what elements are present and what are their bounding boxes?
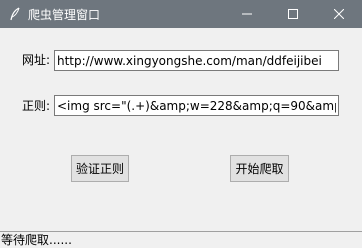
verify-regex-button[interactable]: 验证正则 (71, 155, 129, 182)
url-input[interactable] (54, 50, 339, 71)
close-button[interactable] (316, 0, 362, 28)
window-title: 爬虫管理窗口 (28, 7, 101, 22)
maximize-button[interactable] (270, 0, 316, 28)
regex-input[interactable] (54, 95, 339, 116)
url-label: 网址: (22, 53, 51, 67)
minimize-icon (242, 13, 252, 15)
window-body: 网址: 正则: 验证正则 开始爬取 等待爬取...... (0, 28, 362, 248)
close-icon (334, 9, 344, 19)
regex-label: 正则: (22, 99, 51, 113)
start-crawl-button[interactable]: 开始爬取 (230, 155, 289, 182)
title-bar: 爬虫管理窗口 (0, 0, 362, 28)
minimize-button[interactable] (224, 0, 270, 28)
feather-icon (4, 0, 26, 28)
status-bar: 等待爬取...... (0, 231, 362, 248)
maximize-icon (288, 9, 298, 19)
